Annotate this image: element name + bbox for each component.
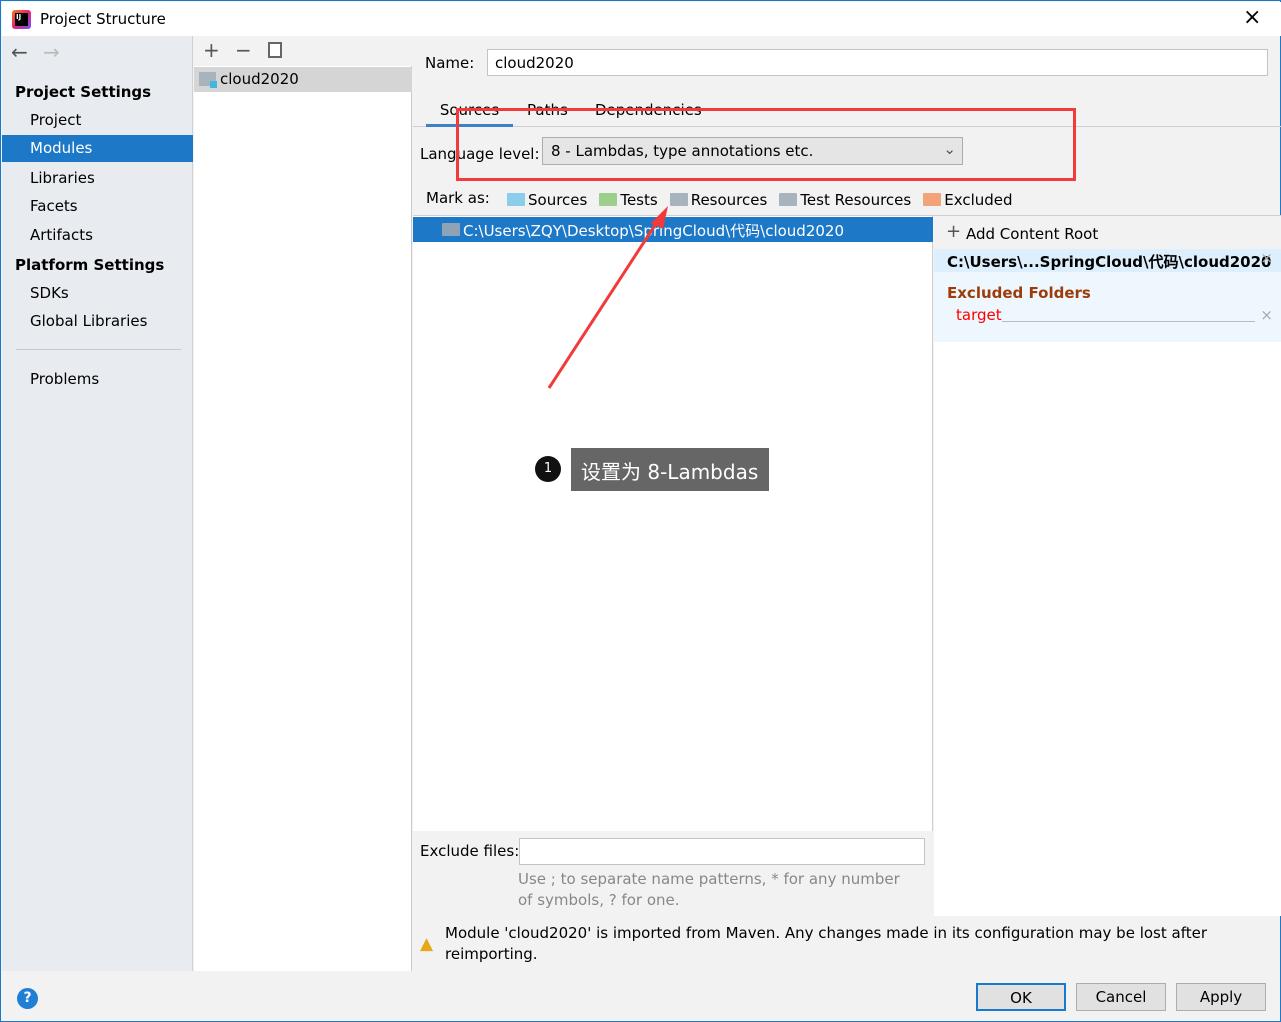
mark-resources-button[interactable]: Resources	[669, 191, 768, 209]
sidebar-item-modules[interactable]: Modules	[2, 135, 193, 162]
divider	[16, 349, 181, 350]
exclude-files-label: Exclude files:	[420, 842, 520, 860]
test-resources-folder-icon	[779, 193, 798, 206]
modules-toolbar: + −	[194, 36, 412, 66]
annotation-callout: 设置为 8-Lambdas	[571, 448, 769, 491]
annotation-arrow	[547, 206, 668, 389]
remove-excluded-icon[interactable]: ×	[1260, 306, 1273, 324]
step-badge: 1	[535, 456, 561, 482]
add-icon[interactable]: +	[203, 38, 220, 62]
section-project-settings: Project Settings	[15, 83, 152, 101]
mark-as-label: Mark as:	[426, 189, 490, 207]
module-folder-icon	[199, 72, 217, 88]
add-content-root-button[interactable]: Add Content Root	[966, 225, 1098, 243]
intellij-logo-icon: IJ	[12, 10, 31, 29]
content-roots-panel: + Add Content Root C:\Users\...SpringClo…	[934, 216, 1281, 916]
warning-icon: ▲	[420, 934, 434, 954]
window-title: Project Structure	[40, 10, 166, 28]
mark-test-resources-button[interactable]: Test Resources	[779, 191, 911, 209]
ok-button[interactable]: OK	[976, 983, 1066, 1011]
highlight-box	[456, 108, 1076, 181]
content-root-path: C:\Users\...SpringCloud\代码\cloud2020	[947, 253, 1272, 271]
sidebar-item-label: Modules	[30, 139, 93, 157]
sidebar-item-sdks[interactable]: SDKs	[30, 284, 69, 302]
exclude-files-input[interactable]	[519, 838, 925, 865]
help-icon[interactable]: ?	[17, 988, 38, 1009]
sidebar-item-problems[interactable]: Problems	[30, 370, 99, 388]
content-root-row[interactable]: C:\Users\...SpringCloud\代码\cloud2020 ×	[934, 249, 1281, 272]
sidebar-item-global-libraries[interactable]: Global Libraries	[30, 312, 147, 330]
modules-panel: + − cloud2020	[194, 36, 412, 971]
excluded-folder-item[interactable]: target	[956, 306, 1002, 324]
sidebar: ← → Project Settings Project Modules Lib…	[2, 36, 193, 971]
name-input[interactable]: cloud2020	[487, 49, 1268, 76]
excluded-section: Excluded Folders target ×	[934, 272, 1281, 342]
mark-label: Excluded	[944, 191, 1013, 209]
excluded-folders-header: Excluded Folders	[947, 284, 1091, 302]
exclude-files-hint: Use ; to separate name patterns, * for a…	[518, 870, 900, 909]
project-structure-window: IJ Project Structure × ← → Project Setti…	[0, 0, 1281, 1022]
mark-label: Resources	[690, 191, 768, 209]
forward-arrow-icon[interactable]: →	[43, 40, 60, 64]
sidebar-item-artifacts[interactable]: Artifacts	[30, 226, 93, 244]
remove-icon[interactable]: −	[235, 38, 252, 62]
cancel-button[interactable]: Cancel	[1076, 983, 1166, 1011]
remove-root-icon[interactable]: ×	[1260, 249, 1273, 267]
close-icon[interactable]: ×	[1243, 5, 1261, 30]
name-label: Name:	[425, 54, 475, 72]
title-bar: IJ Project Structure ×	[2, 2, 1281, 36]
sidebar-item-libraries[interactable]: Libraries	[30, 169, 95, 187]
excluded-folder-icon	[923, 193, 942, 206]
mark-label: Test Resources	[800, 191, 912, 209]
module-item[interactable]: cloud2020	[194, 67, 412, 92]
mark-excluded-button[interactable]: Excluded	[923, 191, 1013, 209]
apply-button[interactable]: Apply	[1176, 983, 1266, 1011]
sidebar-item-facets[interactable]: Facets	[30, 197, 78, 215]
folder-icon	[442, 223, 460, 236]
divider	[1002, 321, 1255, 322]
maven-warning: Module 'cloud2020' is imported from Mave…	[445, 924, 1207, 963]
sources-folder-icon	[507, 193, 525, 206]
back-arrow-icon[interactable]: ←	[11, 40, 28, 64]
sidebar-item-project[interactable]: Project	[30, 111, 81, 129]
copy-icon[interactable]	[268, 42, 282, 58]
add-icon[interactable]: +	[946, 223, 961, 241]
module-name: cloud2020	[220, 70, 299, 88]
section-platform-settings: Platform Settings	[15, 256, 165, 274]
